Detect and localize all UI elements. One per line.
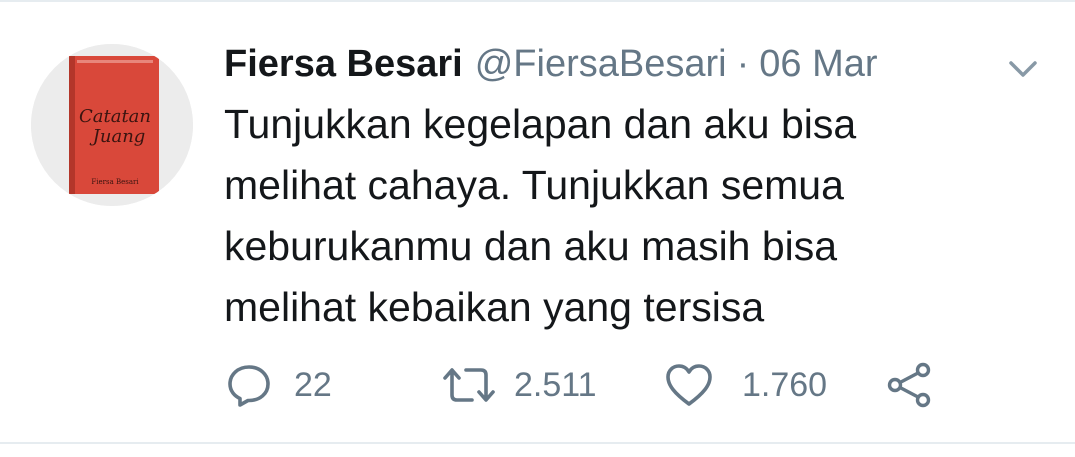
share-button[interactable] — [886, 357, 934, 413]
reply-button[interactable]: 22 — [226, 357, 332, 413]
like-count: 1.760 — [742, 365, 828, 404]
tweet-text-line: melihat cahaya. Tunjukkan semua — [224, 162, 844, 208]
display-name[interactable]: Fiersa Besari — [224, 43, 463, 86]
bottom-divider — [0, 442, 1075, 444]
reply-icon — [226, 362, 272, 408]
tweet-text-line: Tunjukkan kegelapan dan aku bisa — [224, 101, 857, 147]
retweet-button[interactable]: 2.511 — [442, 357, 597, 413]
share-icon — [886, 361, 934, 409]
reply-count: 22 — [294, 365, 332, 404]
user-handle[interactable]: @FiersaBesari — [475, 43, 727, 86]
action-bar: 22 2.511 1.760 — [0, 357, 1075, 413]
retweet-icon — [442, 362, 496, 408]
header-separator: · — [736, 42, 750, 85]
book-title-line2: Juang — [89, 126, 146, 147]
book-cover-image: Catatan Juang Fiersa Besari — [31, 44, 193, 206]
book-title-line1: Catatan — [79, 106, 151, 127]
tweet-card[interactable]: Catatan Juang Fiersa Besari Fiersa Besar… — [0, 0, 1075, 457]
like-button[interactable]: 1.760 — [664, 357, 827, 413]
tweet-text-line: keburukanmu dan aku masih bisa — [224, 223, 838, 269]
chevron-down-icon[interactable] — [1005, 55, 1041, 83]
tweet-header: Fiersa Besari @FiersaBesari · 06 Mar — [224, 36, 878, 92]
like-icon — [664, 362, 714, 408]
book-author: Fiersa Besari — [91, 178, 139, 186]
retweet-count: 2.511 — [514, 365, 597, 404]
tweet-text: Tunjukkan kegelapan dan aku bisa melihat… — [224, 94, 984, 338]
tweet-date[interactable]: 06 Mar — [759, 43, 877, 86]
tweet-text-line: melihat kebaikan yang tersisa — [224, 284, 765, 330]
top-divider — [0, 0, 1075, 2]
avatar[interactable]: Catatan Juang Fiersa Besari — [31, 44, 193, 206]
